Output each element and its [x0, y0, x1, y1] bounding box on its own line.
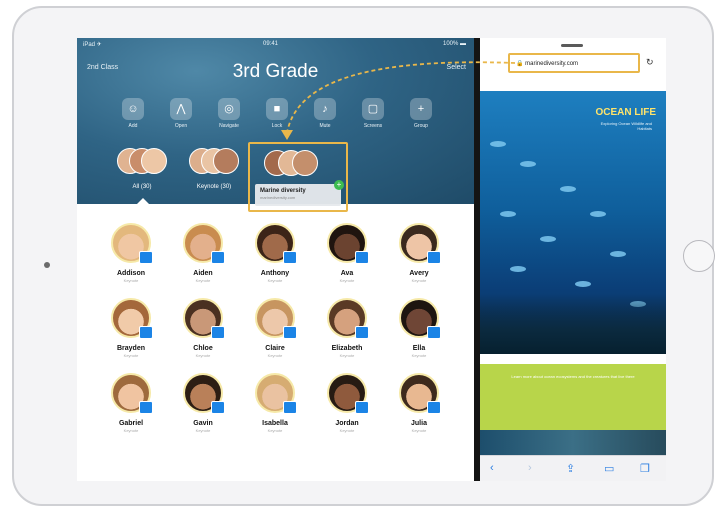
ipad-screen: iPad ✈ 09:41 100% ▬ 2nd Class 3rd Grade … — [77, 38, 666, 481]
drag-arrow-path — [286, 61, 516, 134]
drag-arrowhead-icon — [281, 130, 293, 140]
drag-path-overlay — [281, 61, 516, 140]
front-camera — [44, 262, 50, 268]
home-button[interactable] — [683, 240, 715, 272]
